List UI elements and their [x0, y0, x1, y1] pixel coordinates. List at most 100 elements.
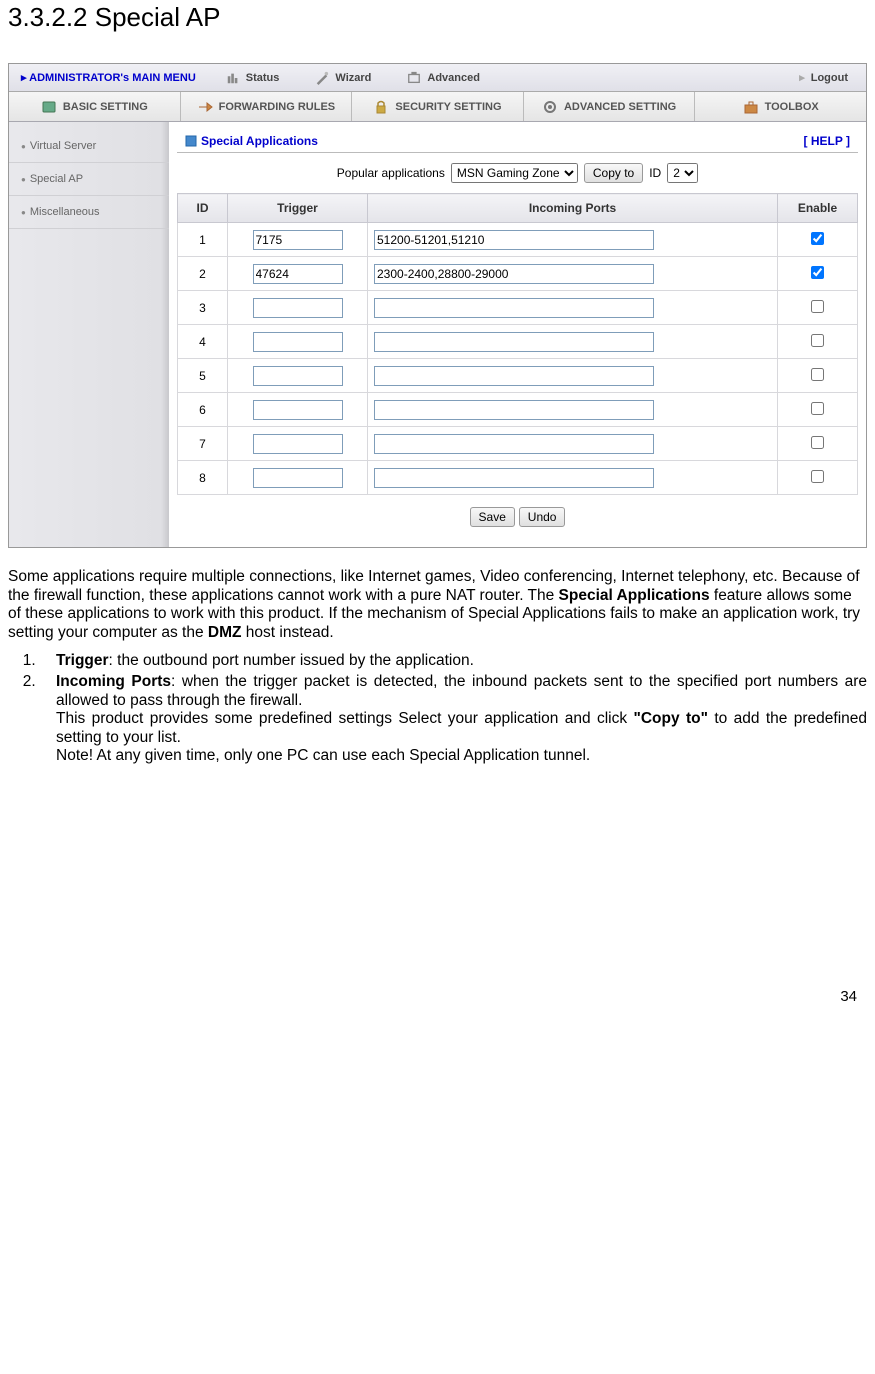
menu-advanced[interactable]: Advanced — [389, 71, 498, 85]
top-menu-bar: ▸ ADMINISTRATOR's MAIN MENU Status Wizar… — [9, 64, 866, 92]
basic-setting-icon — [41, 99, 57, 115]
menu-advanced-label: Advanced — [427, 72, 480, 84]
cell-id: 4 — [178, 325, 228, 359]
tab-advanced-setting[interactable]: ADVANCED SETTING — [524, 92, 696, 121]
sidebar-virtual-server-label: Virtual Server — [30, 140, 96, 152]
description-paragraph: Some applications require multiple conne… — [8, 568, 867, 642]
router-screenshot: ▸ ADMINISTRATOR's MAIN MENU Status Wizar… — [8, 63, 867, 548]
trigger-input[interactable] — [253, 264, 343, 284]
header-trigger: Trigger — [228, 194, 368, 223]
sidebar-miscellaneous-label: Miscellaneous — [30, 206, 100, 218]
button-row: Save Undo — [177, 495, 858, 539]
logout-arrow-icon: ▸ — [799, 71, 805, 84]
help-link[interactable]: [ HELP ] — [804, 134, 850, 148]
trigger-input[interactable] — [253, 332, 343, 352]
enable-checkbox[interactable] — [811, 368, 824, 381]
sidebar-virtual-server[interactable]: ● Virtual Server — [9, 130, 169, 163]
cell-id: 3 — [178, 291, 228, 325]
cell-id: 2 — [178, 257, 228, 291]
undo-button[interactable]: Undo — [519, 507, 566, 527]
trigger-input[interactable] — [253, 298, 343, 318]
table-row: 2 — [178, 257, 858, 291]
enable-checkbox[interactable] — [811, 232, 824, 245]
incoming-ports-input[interactable] — [374, 400, 654, 420]
incoming-ports-input[interactable] — [374, 230, 654, 250]
table-row: 7 — [178, 427, 858, 461]
id-select[interactable]: 2 — [667, 163, 698, 183]
enable-checkbox[interactable] — [811, 436, 824, 449]
sidebar-miscellaneous[interactable]: ● Miscellaneous — [9, 196, 169, 229]
enable-checkbox[interactable] — [811, 470, 824, 483]
trigger-input[interactable] — [253, 230, 343, 250]
enable-checkbox[interactable] — [811, 402, 824, 415]
menu-logout-label: Logout — [811, 72, 848, 84]
header-enable: Enable — [778, 194, 858, 223]
trigger-input[interactable] — [253, 468, 343, 488]
list-item-incoming-ports: Incoming Ports: when the trigger packet … — [40, 673, 867, 766]
popular-apps-label: Popular applications — [337, 166, 445, 180]
table-row: 8 — [178, 461, 858, 495]
wizard-icon — [315, 71, 329, 85]
advanced-setting-icon — [542, 99, 558, 115]
popular-apps-select[interactable]: MSN Gaming Zone — [451, 163, 578, 183]
sidebar-special-ap-label: Special AP — [30, 173, 83, 185]
incoming-ports-input[interactable] — [374, 434, 654, 454]
tab-basic-label: BASIC SETTING — [63, 101, 148, 113]
trigger-input[interactable] — [253, 434, 343, 454]
menu-wizard[interactable]: Wizard — [297, 71, 389, 85]
header-id: ID — [178, 194, 228, 223]
main-panel: Special Applications [ HELP ] Popular ap… — [169, 122, 866, 547]
table-row: 1 — [178, 223, 858, 257]
tab-security-label: SECURITY SETTING — [395, 101, 501, 113]
bullet-icon: ● — [21, 175, 26, 184]
save-button[interactable]: Save — [470, 507, 515, 527]
incoming-ports-input[interactable] — [374, 332, 654, 352]
content-area: ● Virtual Server ● Special AP ● Miscella… — [9, 122, 866, 547]
incoming-ports-input[interactable] — [374, 366, 654, 386]
menu-status[interactable]: Status — [208, 71, 298, 85]
popular-applications-row: Popular applications MSN Gaming Zone Cop… — [177, 153, 858, 193]
menu-logout[interactable]: ▸ Logout — [781, 71, 866, 84]
tab-forwarding-label: FORWARDING RULES — [219, 101, 336, 113]
trigger-input[interactable] — [253, 400, 343, 420]
table-row: 4 — [178, 325, 858, 359]
trigger-input[interactable] — [253, 366, 343, 386]
enable-checkbox[interactable] — [811, 300, 824, 313]
security-icon — [373, 99, 389, 115]
toolbox-icon — [743, 99, 759, 115]
list-item-trigger: Trigger: the outbound port number issued… — [40, 652, 867, 671]
enable-checkbox[interactable] — [811, 266, 824, 279]
enable-checkbox[interactable] — [811, 334, 824, 347]
tab-security-setting[interactable]: SECURITY SETTING — [352, 92, 524, 121]
panel-icon — [185, 135, 197, 147]
status-icon — [226, 71, 240, 85]
admin-menu-title: ▸ ADMINISTRATOR's MAIN MENU — [9, 71, 208, 84]
cell-id: 6 — [178, 393, 228, 427]
id-label: ID — [649, 166, 661, 180]
tab-toolbox[interactable]: TOOLBOX — [695, 92, 866, 121]
page-number: 34 — [8, 768, 867, 1015]
tab-basic-setting[interactable]: BASIC SETTING — [9, 92, 181, 121]
special-apps-table: ID Trigger Incoming Ports Enable 1234567… — [177, 193, 858, 495]
advanced-icon — [407, 71, 421, 85]
bullet-icon: ● — [21, 208, 26, 217]
bullet-icon: ● — [21, 142, 26, 151]
copy-to-button[interactable]: Copy to — [584, 163, 643, 183]
header-incoming: Incoming Ports — [368, 194, 778, 223]
cell-id: 7 — [178, 427, 228, 461]
sidebar: ● Virtual Server ● Special AP ● Miscella… — [9, 122, 169, 547]
description-list: Trigger: the outbound port number issued… — [8, 652, 867, 766]
sidebar-special-ap[interactable]: ● Special AP — [9, 163, 169, 196]
incoming-ports-input[interactable] — [374, 298, 654, 318]
forwarding-icon — [197, 99, 213, 115]
panel-title: Special Applications — [201, 134, 318, 148]
menu-wizard-label: Wizard — [335, 72, 371, 84]
cell-id: 8 — [178, 461, 228, 495]
tab-menu: BASIC SETTING FORWARDING RULES SECURITY … — [9, 92, 866, 122]
cell-id: 5 — [178, 359, 228, 393]
tab-forwarding-rules[interactable]: FORWARDING RULES — [181, 92, 353, 121]
incoming-ports-input[interactable] — [374, 468, 654, 488]
table-row: 3 — [178, 291, 858, 325]
incoming-ports-input[interactable] — [374, 264, 654, 284]
section-heading: 3.3.2.2 Special AP — [8, 0, 867, 33]
